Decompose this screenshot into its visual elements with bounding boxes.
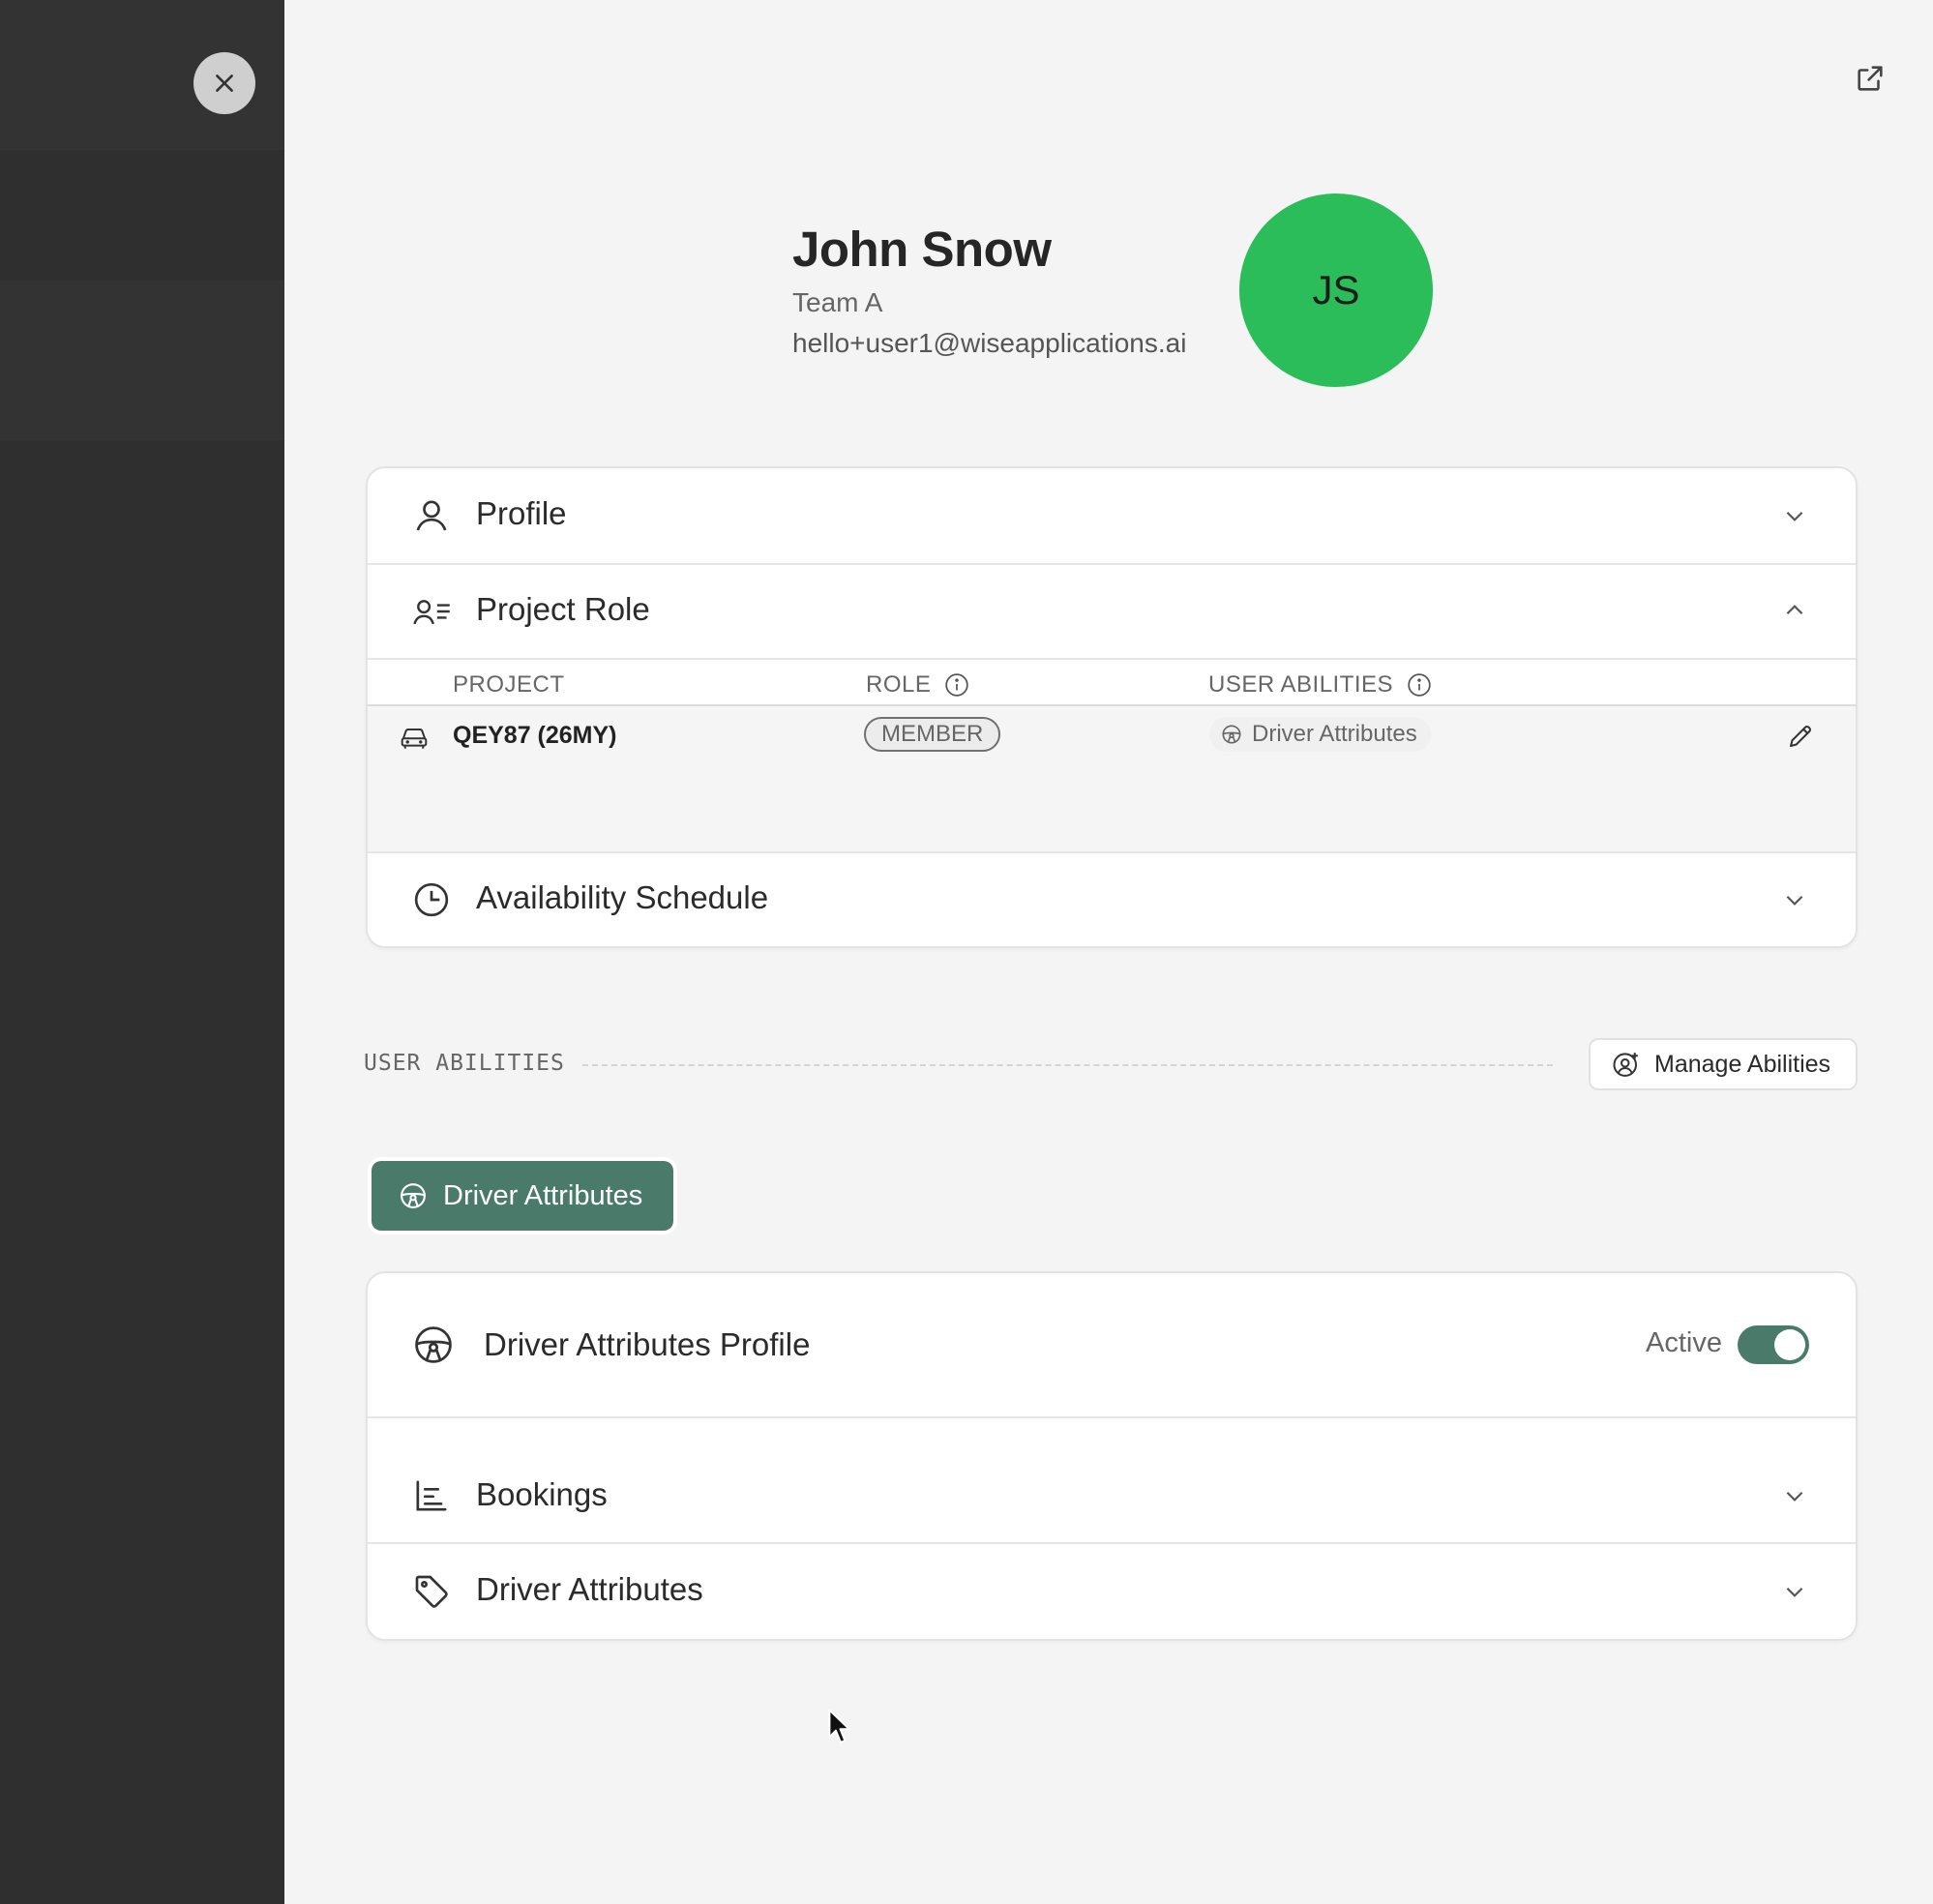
chevron-up-icon (1782, 598, 1807, 623)
modal-backdrop[interactable] (0, 0, 284, 1904)
car-icon (399, 723, 430, 752)
tab-driver-attributes-label: Driver Attributes (443, 1179, 643, 1211)
availability-label: Availability Schedule (476, 879, 769, 915)
steering-wheel-icon (1221, 724, 1242, 745)
ability-badge-label: Driver Attributes (1252, 721, 1417, 747)
clock-icon (412, 880, 451, 919)
driver-attributes-profile-card: Driver Attributes Profile Active Booking… (366, 1271, 1858, 1641)
project-role-accordion-header[interactable]: Project Role (368, 565, 1856, 658)
user-detail-panel: John Snow Team A hello+user1@wiseapplica… (284, 0, 1933, 1904)
profile-card-header: Driver Attributes Profile Active (368, 1273, 1856, 1416)
user-settings-icon (1612, 1050, 1641, 1079)
user-header: John Snow Team A hello+user1@wiseapplica… (792, 221, 1186, 359)
avatar: JS (1239, 193, 1433, 387)
bookings-label: Bookings (476, 1476, 608, 1512)
abilities-tabs: Driver Attributes (368, 1157, 677, 1235)
close-button[interactable] (193, 52, 255, 114)
chevron-down-icon (1782, 1483, 1807, 1508)
user-list-icon (412, 592, 451, 631)
user-team: Team A (792, 287, 883, 317)
column-header-abilities-label: USER ABILITIES (1208, 671, 1394, 698)
ability-badge: Driver Attributes (1209, 717, 1431, 752)
column-header-project: PROJECT (453, 668, 565, 702)
info-icon[interactable] (1407, 672, 1432, 698)
status-label: Active (1646, 1327, 1722, 1358)
role-badge: MEMBER (864, 717, 1001, 752)
table-row: QEY87 (26MY) MEMBER Driver Attributes (368, 706, 1856, 851)
profile-label: Profile (476, 495, 567, 531)
backdrop-band (0, 281, 284, 440)
open-external-button[interactable] (1854, 62, 1887, 95)
section-divider (582, 1064, 1553, 1066)
tab-driver-attributes[interactable]: Driver Attributes (372, 1161, 673, 1231)
availability-accordion-header[interactable]: Availability Schedule (368, 853, 1856, 946)
active-toggle[interactable] (1738, 1325, 1809, 1364)
steering-wheel-icon (412, 1324, 452, 1363)
pencil-icon[interactable] (1786, 722, 1815, 751)
manage-abilities-button[interactable]: Manage Abilities (1589, 1038, 1858, 1090)
user-abilities-section-label: USER ABILITIES (364, 1051, 565, 1076)
column-header-abilities: USER ABILITIES (1208, 668, 1432, 702)
chevron-down-icon (1782, 887, 1807, 912)
divider (368, 658, 1856, 660)
column-header-role-label: ROLE (866, 671, 932, 698)
bookings-accordion-header[interactable]: Bookings (368, 1418, 1856, 1542)
mouse-cursor-icon (828, 1709, 853, 1745)
user-info-card: Profile Project Role PROJECT ROLE USER A… (366, 466, 1858, 948)
external-link-icon (1854, 62, 1887, 95)
user-name: John Snow (792, 222, 1052, 277)
chevron-down-icon (1782, 1579, 1807, 1604)
user-email: hello+user1@wiseapplications.ai (792, 328, 1187, 358)
project-name: QEY87 (26MY) (453, 722, 617, 749)
toggle-knob (1774, 1329, 1805, 1360)
manage-abilities-label: Manage Abilities (1654, 1050, 1831, 1078)
chevron-down-icon (1782, 503, 1807, 528)
column-header-role: ROLE (866, 668, 969, 702)
driver-attributes-profile-title: Driver Attributes Profile (484, 1326, 811, 1362)
driver-attributes-accordion-header[interactable]: Driver Attributes (368, 1544, 1856, 1639)
info-icon[interactable] (944, 672, 969, 698)
bar-list-icon (412, 1476, 451, 1515)
avatar-initials: JS (1312, 267, 1360, 312)
tag-icon (412, 1572, 451, 1611)
user-icon (412, 496, 451, 535)
steering-wheel-icon (399, 1181, 428, 1210)
project-role-label: Project Role (476, 591, 650, 627)
close-icon (212, 71, 237, 96)
profile-accordion-header[interactable]: Profile (368, 468, 1856, 563)
driver-attributes-label: Driver Attributes (476, 1571, 703, 1607)
column-header-project-label: PROJECT (453, 671, 565, 698)
